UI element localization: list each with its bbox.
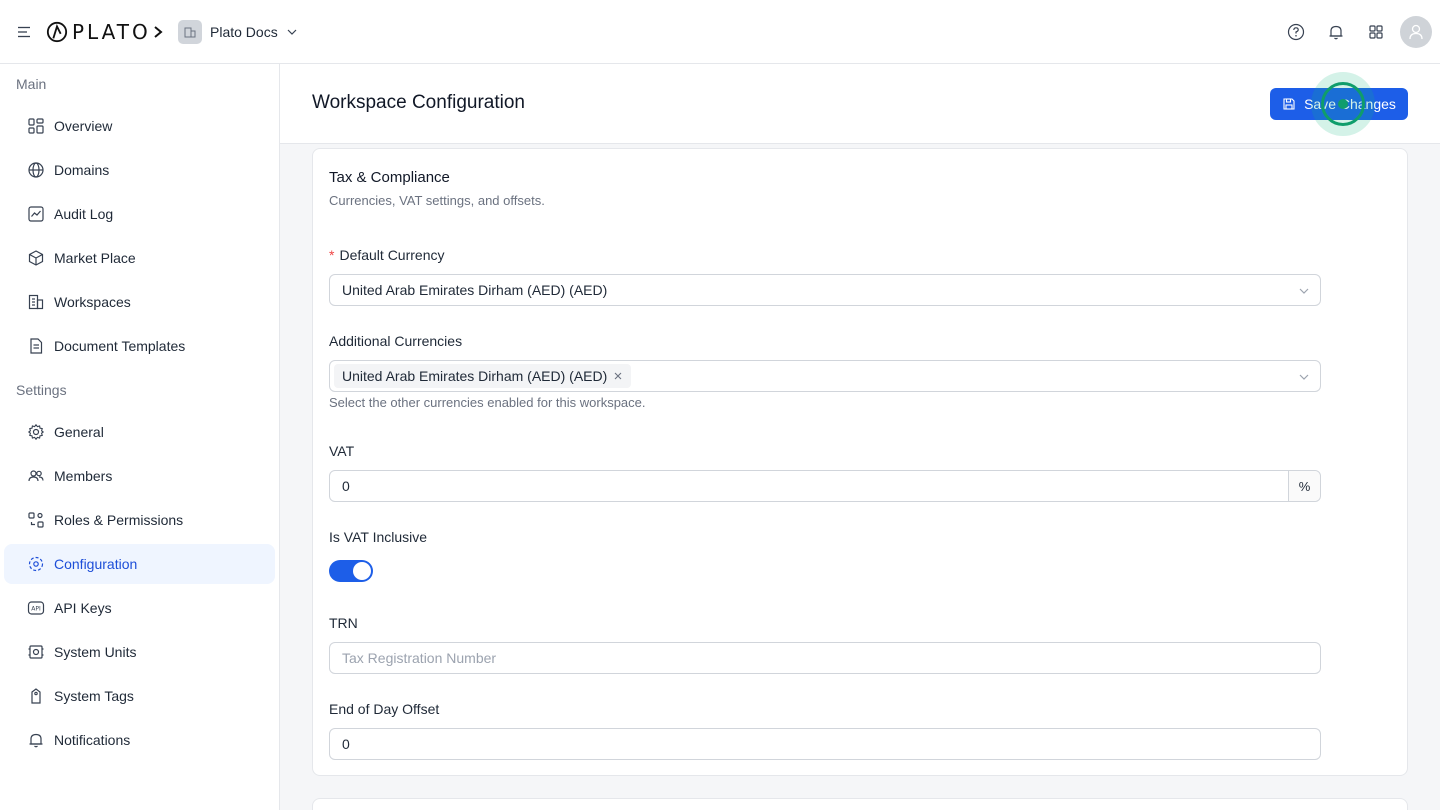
building-icon xyxy=(184,27,196,38)
document-icon xyxy=(30,338,43,354)
config-icon xyxy=(28,556,44,572)
logo-text: PLATO xyxy=(72,20,151,44)
next-card xyxy=(312,798,1408,810)
app-logo[interactable]: PLATO xyxy=(46,20,151,44)
card-subtitle: Currencies, VAT settings, and offsets. xyxy=(329,193,545,208)
currency-tag: United Arab Emirates Dirham (AED) (AED) xyxy=(334,364,632,388)
default-currency-value: United Arab Emirates Dirham (AED) (AED) xyxy=(342,282,608,298)
sidebar-item-label: API Keys xyxy=(54,600,112,616)
sidebar-item-members[interactable]: Members xyxy=(4,456,275,496)
page-title: Workspace Configuration xyxy=(312,92,525,113)
sidebar-item-label: Overview xyxy=(54,118,113,134)
chevron-right-icon xyxy=(154,26,163,38)
menu-icon[interactable] xyxy=(16,24,32,40)
sidebar-item-configuration[interactable]: Configuration xyxy=(4,544,275,584)
top-bar: PLATO Plato Docs xyxy=(0,0,1440,64)
trn-field xyxy=(329,642,1321,674)
eod-offset-label: End of Day Offset xyxy=(329,701,440,717)
sidebar-item-label: General xyxy=(54,424,104,440)
eod-offset-input[interactable] xyxy=(342,736,1320,752)
default-currency-label-text: Default Currency xyxy=(339,247,445,263)
sidebar-item-overview[interactable]: Overview xyxy=(4,106,275,146)
additional-currencies-label: Additional Currencies xyxy=(329,333,463,349)
card-title: Tax & Compliance xyxy=(329,169,450,186)
chevron-down-icon xyxy=(1299,288,1309,294)
user-icon xyxy=(1409,24,1423,40)
workspace-name: Plato Docs xyxy=(210,24,278,40)
help-icon[interactable] xyxy=(1286,22,1306,42)
chevron-down-icon xyxy=(1299,374,1309,380)
sidebar-item-label: Audit Log xyxy=(54,206,114,222)
sidebar-item-notifications[interactable]: Notifications xyxy=(4,720,275,760)
chart-icon xyxy=(28,206,44,222)
sidebar-item-label: Domains xyxy=(54,162,110,178)
grid-icon xyxy=(28,118,44,134)
sidebar: Main Overview Domains Audit Log Market P… xyxy=(0,64,280,810)
sidebar-item-label: Notifications xyxy=(54,732,131,748)
tag-icon xyxy=(31,688,41,704)
units-icon xyxy=(28,645,44,659)
sidebar-item-label: Members xyxy=(54,468,113,484)
toggle-knob xyxy=(353,562,371,580)
additional-currencies-help: Select the other currencies enabled for … xyxy=(329,395,646,410)
sidebar-item-domains[interactable]: Domains xyxy=(4,150,275,190)
chevron-down-icon xyxy=(287,29,297,35)
api-icon: API xyxy=(27,601,45,615)
bell-icon[interactable] xyxy=(1326,22,1346,42)
eod-offset-field xyxy=(329,728,1321,760)
globe-icon xyxy=(28,162,44,178)
logo-mark-icon xyxy=(46,21,68,43)
users-icon xyxy=(28,470,44,482)
section-label-main: Main xyxy=(16,76,47,92)
workspace-switcher[interactable]: Plato Docs xyxy=(178,19,298,45)
save-button-label: Save Changes xyxy=(1304,96,1396,112)
sidebar-item-api-keys[interactable]: API API Keys xyxy=(4,588,275,628)
sidebar-item-market-place[interactable]: Market Place xyxy=(4,238,275,278)
sidebar-item-workspaces[interactable]: Workspaces xyxy=(4,282,275,322)
sidebar-item-roles-permissions[interactable]: Roles & Permissions xyxy=(4,500,275,540)
tax-compliance-card: Tax & Compliance Currencies, VAT setting… xyxy=(312,148,1408,776)
sidebar-item-document-templates[interactable]: Document Templates xyxy=(4,326,275,366)
vat-input-group: % xyxy=(329,470,1321,502)
save-changes-button[interactable]: Save Changes xyxy=(1270,88,1408,120)
vat-suffix: % xyxy=(1288,471,1320,501)
roles-icon xyxy=(28,512,44,528)
sidebar-item-label: System Units xyxy=(54,644,137,660)
currency-tag-label: United Arab Emirates Dirham (AED) (AED) xyxy=(342,368,608,384)
vat-inclusive-toggle[interactable] xyxy=(329,560,373,582)
trn-label: TRN xyxy=(329,615,358,631)
vat-label: VAT xyxy=(329,443,355,459)
sidebar-item-label: Document Templates xyxy=(54,338,186,354)
gear-icon xyxy=(27,423,45,441)
page-header: Workspace Configuration Save Changes xyxy=(280,64,1440,144)
section-label-settings: Settings xyxy=(16,382,67,398)
sidebar-item-label: System Tags xyxy=(54,688,134,704)
user-avatar[interactable] xyxy=(1400,16,1432,48)
vat-input[interactable] xyxy=(342,478,1320,494)
svg-text:API: API xyxy=(31,606,41,613)
sidebar-item-system-units[interactable]: System Units xyxy=(4,632,275,672)
trn-input[interactable] xyxy=(342,650,1320,666)
default-currency-select[interactable]: United Arab Emirates Dirham (AED) (AED) xyxy=(329,274,1321,306)
building-icon xyxy=(28,294,44,310)
default-currency-label: * Default Currency xyxy=(329,247,445,263)
sidebar-item-label: Roles & Permissions xyxy=(54,512,184,528)
required-asterisk: * xyxy=(329,247,335,263)
sidebar-item-audit-log[interactable]: Audit Log xyxy=(4,194,275,234)
sidebar-item-label: Workspaces xyxy=(54,294,131,310)
sidebar-item-system-tags[interactable]: System Tags xyxy=(4,676,275,716)
sidebar-item-label: Configuration xyxy=(54,556,138,572)
bell-icon xyxy=(29,733,43,748)
save-icon xyxy=(1283,98,1295,110)
cube-icon xyxy=(28,250,44,266)
close-icon[interactable] xyxy=(613,371,623,381)
sidebar-item-label: Market Place xyxy=(54,250,136,266)
apps-grid-icon[interactable] xyxy=(1366,22,1386,42)
sidebar-item-general[interactable]: General xyxy=(4,412,275,452)
vat-inclusive-label: Is VAT Inclusive xyxy=(329,529,428,545)
additional-currencies-select[interactable]: United Arab Emirates Dirham (AED) (AED) xyxy=(329,360,1321,392)
workspace-avatar xyxy=(178,20,202,44)
